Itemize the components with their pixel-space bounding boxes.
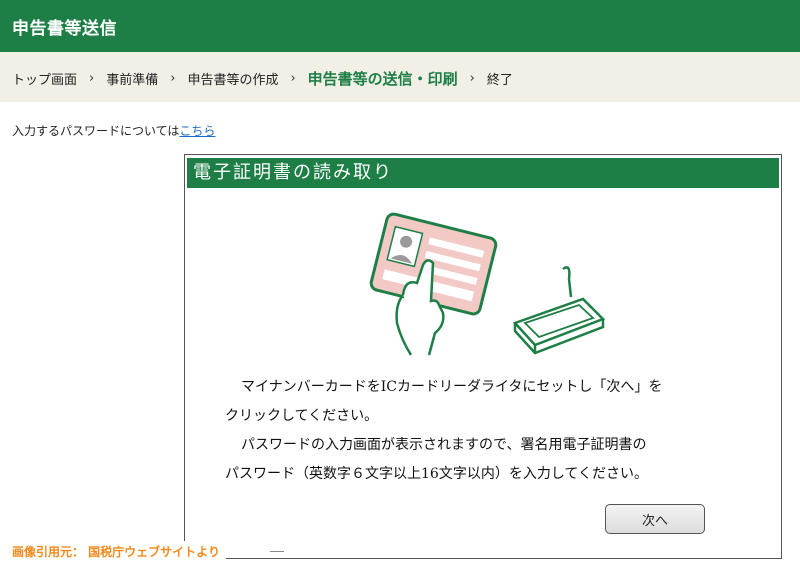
password-notice: 入力するパスワードについてはこちら — [12, 122, 215, 139]
certificate-read-dialog: 電子証明書の読み取り マイナンバーカードをICカードリーダライタにセットし「次へ… — [184, 154, 782, 559]
breadcrumb-separator-icon: › — [469, 71, 475, 86]
breadcrumb-bar: トップ画面 › 事前準備 › 申告書等の作成 › 申告書等の送信・印刷 › 終了 — [0, 52, 800, 102]
divider — [270, 551, 284, 552]
message-line: パスワードの入力画面が表示されますので、署名用電子証明書の — [241, 437, 647, 453]
breadcrumb-item-preparation: 事前準備 — [106, 73, 159, 88]
password-info-link[interactable]: こちら — [179, 124, 215, 138]
breadcrumb-separator-icon: › — [170, 71, 176, 86]
breadcrumb-separator-icon: › — [290, 71, 296, 86]
breadcrumb-item-current: 申告書等の送信・印刷 — [307, 70, 458, 88]
breadcrumb: トップ画面 › 事前準備 › 申告書等の作成 › 申告書等の送信・印刷 › 終了 — [12, 68, 513, 89]
breadcrumb-item-finish: 終了 — [486, 73, 513, 88]
message-line: マイナンバーカードをICカードリーダライタにセットし「次へ」を — [241, 379, 663, 395]
image-credit: 画像引用元： 国税庁ウェブサイトより — [12, 541, 226, 562]
dialog-title: 電子証明書の読み取り — [187, 158, 779, 188]
next-button[interactable]: 次へ — [605, 504, 705, 534]
message-line: クリックしてください。 — [225, 408, 379, 424]
app-title: 申告書等送信 — [12, 19, 117, 39]
password-notice-text: 入力するパスワードについては — [12, 124, 180, 138]
breadcrumb-item-top: トップ画面 — [12, 73, 78, 88]
app-header: 申告書等送信 — [0, 0, 800, 52]
message-line: パスワード（英数字６文字以上16文字以内）を入力してください。 — [225, 466, 648, 482]
breadcrumb-separator-icon: › — [89, 71, 95, 86]
card-reader-illustration — [369, 212, 606, 356]
dialog-message: マイナンバーカードをICカードリーダライタにセットし「次へ」を クリックしてくだ… — [225, 373, 765, 489]
breadcrumb-item-create: 申告書等の作成 — [187, 73, 279, 88]
